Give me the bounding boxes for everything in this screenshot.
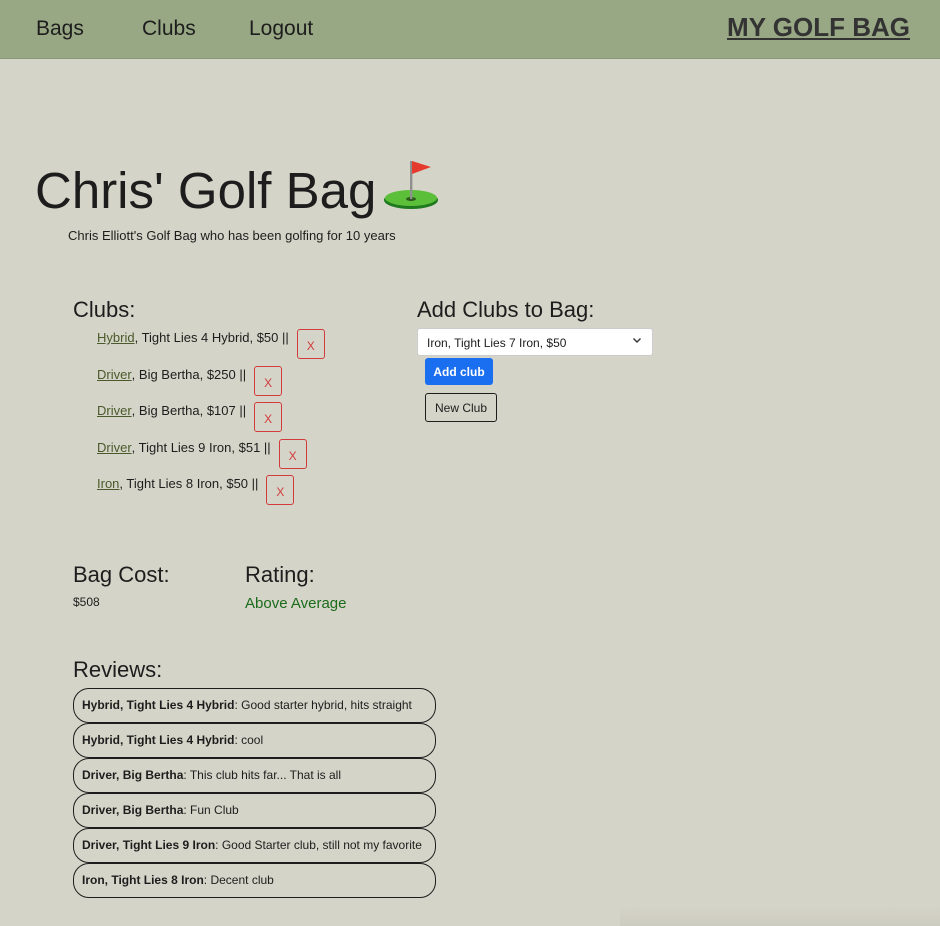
club-select[interactable]: Iron, Tight Lies 7 Iron, $50	[417, 328, 653, 356]
nav-link-clubs[interactable]: Clubs	[142, 17, 196, 41]
review-item: Driver, Tight Lies 9 Iron: Good Starter …	[73, 828, 436, 863]
club-select-value: Iron, Tight Lies 7 Iron, $50	[427, 336, 567, 350]
clubs-heading: Clubs:	[73, 297, 136, 322]
rating-heading: Rating:	[245, 562, 315, 587]
review-club: Hybrid, Tight Lies 4 Hybrid	[82, 698, 235, 712]
rating-value: Above Average	[245, 595, 347, 612]
chevron-down-icon	[633, 338, 641, 343]
club-list: Hybrid, Tight Lies 4 Hybrid, $50 || X Dr…	[97, 328, 325, 511]
bag-cost-heading: Bag Cost:	[73, 562, 170, 587]
page-title: Chris' Golf Bag	[35, 158, 440, 220]
remove-club-button[interactable]: X	[266, 475, 295, 505]
club-details: , Big Bertha, $107 ||	[131, 403, 247, 418]
review-item: Driver, Big Bertha: This club hits far..…	[73, 758, 436, 793]
add-club-button[interactable]: Add club	[425, 358, 493, 385]
add-clubs-heading: Add Clubs to Bag:	[417, 297, 595, 322]
review-item: Hybrid, Tight Lies 4 Hybrid: cool	[73, 723, 436, 758]
club-details: , Big Bertha, $250 ||	[131, 366, 247, 382]
golf-flag-icon	[384, 161, 439, 209]
club-item: Driver, Big Bertha, $107 || X	[97, 401, 325, 438]
review-club: Iron, Tight Lies 8 Iron	[82, 873, 204, 887]
remove-club-button[interactable]: X	[296, 329, 325, 359]
review-text: : cool	[234, 733, 264, 747]
remove-club-button[interactable]: X	[254, 365, 283, 396]
navbar: Bags Clubs Logout MY GOLF BAG	[0, 0, 940, 59]
club-item: Iron, Tight Lies 8 Iron, $50 || X	[97, 474, 325, 511]
bag-description: Chris Elliott's Golf Bag who has been go…	[68, 228, 396, 243]
club-details: , Tight Lies 8 Iron, $50 ||	[119, 476, 259, 491]
review-text: : Fun Club	[183, 803, 239, 817]
review-list: Hybrid, Tight Lies 4 Hybrid: Good starte…	[73, 688, 436, 898]
club-type-link[interactable]: Driver	[97, 367, 132, 382]
club-item: Hybrid, Tight Lies 4 Hybrid, $50 || X	[97, 328, 325, 365]
review-club: Driver, Big Bertha	[82, 768, 184, 782]
review-club: Driver, Tight Lies 9 Iron	[82, 838, 216, 852]
review-text: : Good Starter club, still not my favori…	[215, 838, 422, 852]
nav-link-logout[interactable]: Logout	[249, 17, 313, 41]
brand-link[interactable]: MY GOLF BAG	[727, 12, 910, 43]
new-club-button[interactable]: New Club	[425, 393, 497, 422]
club-details: , Tight Lies 9 Iron, $51 ||	[131, 439, 271, 455]
review-text: : Good starter hybrid, hits straight	[234, 698, 412, 712]
review-text: : Decent club	[203, 873, 274, 887]
review-text: : This club hits far... That is all	[183, 768, 341, 782]
page-title-text: Chris' Golf Bag	[35, 162, 377, 219]
nav-link-bags[interactable]: Bags	[36, 17, 84, 41]
club-type-link[interactable]: Driver	[97, 440, 132, 455]
review-item: Driver, Big Bertha: Fun Club	[73, 793, 436, 828]
review-club: Driver, Big Bertha	[82, 803, 184, 817]
bag-cost-value: $508	[73, 595, 100, 609]
club-type-link[interactable]: Hybrid	[97, 330, 135, 345]
club-type-link[interactable]: Iron	[97, 476, 119, 491]
page-shadow	[620, 906, 940, 926]
club-item: Driver, Big Bertha, $250 || X	[97, 365, 325, 402]
reviews-heading: Reviews:	[73, 657, 163, 682]
review-item: Iron, Tight Lies 8 Iron: Decent club	[73, 863, 436, 898]
club-type-link[interactable]: Driver	[97, 403, 132, 418]
review-item: Hybrid, Tight Lies 4 Hybrid: Good starte…	[73, 688, 436, 723]
club-item: Driver, Tight Lies 9 Iron, $51 || X	[97, 438, 325, 475]
review-club: Hybrid, Tight Lies 4 Hybrid	[82, 733, 235, 747]
club-details: , Tight Lies 4 Hybrid, $50 ||	[134, 330, 289, 345]
remove-club-button[interactable]: X	[254, 402, 283, 432]
remove-club-button[interactable]: X	[278, 438, 307, 469]
